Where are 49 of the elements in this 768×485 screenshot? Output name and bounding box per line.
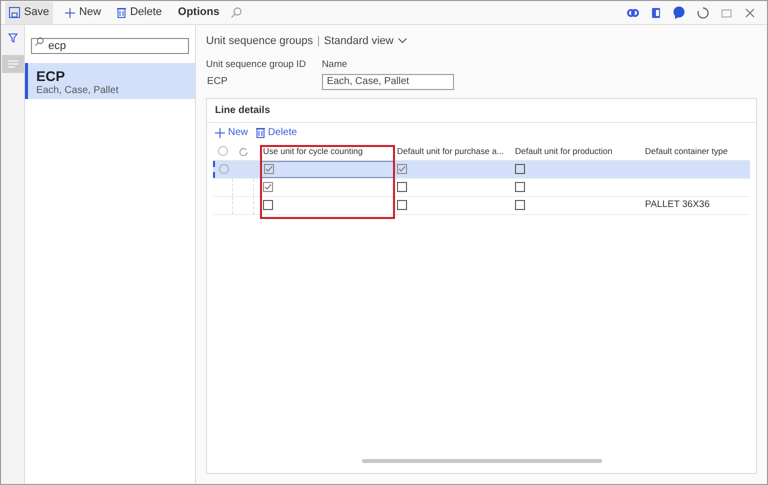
section-title: Line details (207, 98, 756, 123)
name-field[interactable]: Each, Case, Pallet (322, 74, 454, 90)
checkbox[interactable] (397, 200, 407, 210)
checkbox[interactable] (263, 182, 273, 192)
view-selector[interactable]: Standard view (324, 33, 407, 50)
column-header[interactable]: Use unit for cycle counting (263, 146, 363, 156)
table-row[interactable] (213, 160, 750, 179)
field-label: Unit sequence group ID (206, 58, 306, 72)
plus-icon (65, 8, 76, 18)
column-header[interactable]: Default container type (645, 146, 728, 156)
trash-icon (117, 7, 126, 18)
separator-text: | (317, 34, 320, 49)
breadcrumb-text: Unit sequence groups (206, 34, 314, 49)
delete-button[interactable]: Delete (113, 2, 166, 24)
search-icon (35, 37, 44, 46)
checkbox[interactable] (397, 164, 407, 174)
list-icon (8, 60, 18, 68)
column-header[interactable]: Default unit for purchase a... (397, 146, 504, 156)
save-button[interactable]: Save (5, 2, 54, 24)
checkbox[interactable] (264, 164, 274, 174)
close-icon[interactable] (745, 8, 755, 18)
table-cell: PALLET 36X36 (645, 199, 710, 210)
table-row[interactable]: PALLET 36X36 (213, 196, 750, 215)
search-icon[interactable] (231, 7, 242, 18)
chevron-down-icon (398, 38, 407, 44)
field-label: Name (322, 58, 348, 72)
field-value: ECP (206, 74, 229, 89)
office-icon[interactable] (651, 6, 661, 18)
checkbox[interactable] (397, 182, 407, 192)
scrollbar[interactable] (362, 459, 602, 463)
trash-icon (256, 127, 266, 138)
new-button[interactable]: New (215, 125, 248, 140)
new-button[interactable]: New (61, 2, 106, 24)
delete-button[interactable]: Delete (256, 125, 297, 140)
refresh-icon[interactable] (697, 6, 709, 18)
search-field[interactable]: ecp (31, 38, 189, 54)
filter-icon[interactable] (8, 33, 18, 43)
checkbox[interactable] (515, 200, 525, 210)
text-button[interactable]: Options (174, 2, 224, 24)
link-icon[interactable] (627, 8, 639, 16)
list-item[interactable]: ECP Each, Case, Pallet (25, 63, 195, 99)
checkbox[interactable] (515, 164, 525, 174)
checkbox[interactable] (515, 182, 525, 192)
checkbox[interactable] (263, 200, 273, 210)
column-header[interactable]: Default unit for production (515, 146, 612, 156)
refresh-icon[interactable] (239, 146, 248, 156)
plus-icon (215, 128, 225, 138)
save-icon (9, 7, 20, 18)
notification-icon[interactable] (673, 6, 685, 20)
